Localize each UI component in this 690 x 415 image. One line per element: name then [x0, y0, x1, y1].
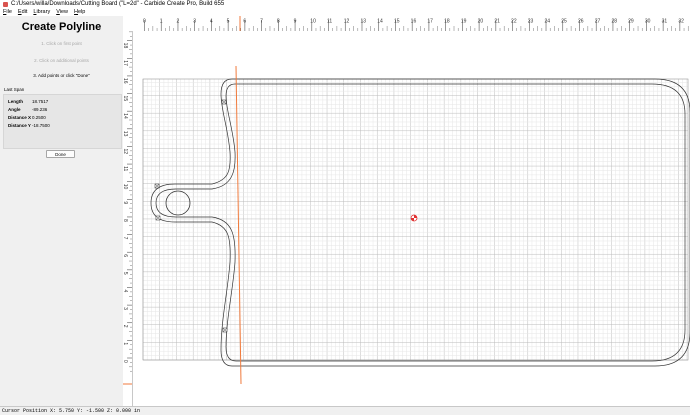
menu-bar: File Edit Library View Help	[0, 9, 690, 16]
stat-value: 0.2500	[32, 115, 46, 120]
canvas-drawing[interactable]	[133, 31, 690, 406]
window-title: C:/Users/willa/Downloads/Cutting Board (…	[11, 1, 225, 7]
status-bar: Cursor Position X: 5.750 Y: -1.500 Z: 0.…	[0, 406, 690, 414]
vertical-ruler-scale: 191817161514131211109876543210	[123, 31, 132, 385]
ruler-number: 10	[123, 184, 128, 190]
title-bar: C:/Users/willa/Downloads/Cutting Board (…	[0, 0, 690, 9]
menu-label-rest: ile	[6, 9, 12, 15]
ruler-number: 14	[123, 113, 128, 119]
ruler-number: 0	[123, 360, 128, 363]
polyline-current-span	[235, 65, 242, 385]
ruler-number: 19	[461, 19, 467, 25]
ruler-number: 20	[478, 19, 484, 25]
menu-label-rest: dit	[21, 9, 28, 15]
hang-hole	[165, 190, 191, 216]
ruler-number: 25	[561, 19, 567, 25]
ruler-number: 8	[123, 219, 128, 222]
ruler-number: 8	[277, 19, 280, 25]
step-additional-points: 2. Click on additional points	[34, 58, 89, 63]
ruler-number: 10	[310, 19, 316, 25]
ruler-number: 1	[160, 19, 163, 25]
ruler-number: 15	[123, 96, 128, 102]
ruler-number: 7	[260, 19, 263, 25]
ruler-number: 6	[243, 19, 246, 25]
ruler-number: 21	[494, 19, 500, 25]
ruler-number: 26	[578, 19, 584, 25]
ruler-number: 16	[123, 78, 128, 84]
ruler-number: 2	[123, 325, 128, 328]
menu-label-rest: elp	[78, 9, 86, 15]
ruler-number: 32	[678, 19, 684, 25]
origin-marker-quadrant	[414, 215, 417, 218]
board-outline-inner	[155, 83, 686, 362]
ruler-number: 9	[294, 19, 297, 25]
ruler-number: 31	[662, 19, 668, 25]
ruler-number: 13	[360, 19, 366, 25]
menu-library[interactable]: Library	[30, 9, 53, 16]
ruler-number: 3	[193, 19, 196, 25]
ruler-number: 0	[143, 19, 146, 25]
ruler-number: 13	[123, 131, 128, 137]
done-button[interactable]: Done	[46, 150, 75, 158]
ruler-number: 22	[511, 19, 517, 25]
panel-title: Create Polyline	[21, 21, 102, 33]
ruler-number: 3	[123, 307, 128, 310]
ruler-number: 7	[123, 237, 128, 240]
ruler-number: 1	[123, 342, 128, 345]
ruler-number: 28	[611, 19, 617, 25]
stat-value: -89.236	[32, 107, 48, 112]
step-first-point: 1. Click on first point	[41, 41, 82, 46]
ruler-number: 11	[327, 19, 332, 25]
stat-label: Distance X	[8, 115, 32, 120]
ruler-number: 5	[123, 272, 128, 275]
ruler-number: 6	[123, 254, 128, 257]
ruler-number: 2	[176, 19, 179, 25]
menu-edit[interactable]: Edit	[15, 9, 30, 16]
ruler-number: 5	[227, 19, 230, 25]
ruler-number: 12	[344, 19, 350, 25]
ruler-number: 18	[123, 43, 128, 49]
menu-help[interactable]: Help	[71, 9, 88, 16]
horizontal-ruler-scale: 0 1 2 3 4 5 6 7 8 9 10 11 12 13 14 15 16 17 18 19 20 21 22 23 24…	[143, 16, 689, 31]
ruler-number: 23	[528, 19, 534, 25]
app-icon	[3, 2, 8, 7]
ruler-number: 18	[444, 19, 450, 25]
design-canvas[interactable]	[133, 31, 690, 406]
ruler-number: 29	[628, 19, 634, 25]
ruler-number: 16	[411, 19, 417, 25]
tool-panel: Create Polyline 1. Click on first point …	[0, 16, 124, 406]
ruler-number: 15	[394, 19, 400, 25]
menu-label-rest: ibrary	[36, 9, 51, 15]
stat-label: Angle	[8, 107, 21, 112]
ruler-number: 30	[645, 19, 651, 25]
ruler-number: 17	[123, 60, 128, 66]
menu-label-rest: iew	[59, 9, 69, 15]
last-span-stats: Length 18.7517 Angle -89.236 Distance X …	[3, 94, 122, 149]
ruler-number: 11	[123, 166, 128, 171]
last-span-label: Last Span	[4, 87, 25, 92]
ruler-number: 9	[123, 201, 128, 204]
ruler-number: 24	[545, 19, 551, 25]
stat-label: Length	[8, 99, 23, 104]
horizontal-ruler: 0 1 2 3 4 5 6 7 8 9 10 11 12 13 14 15 16 17 18 19 20 21 22 23 24…	[123, 16, 690, 32]
vertical-ruler: 191817161514131211109876543210	[123, 31, 133, 406]
origin-marker-quadrant	[411, 218, 414, 221]
ruler-number: 4	[210, 19, 213, 25]
stat-label: Distance Y	[8, 123, 31, 128]
ruler-number: 17	[427, 19, 433, 25]
cursor-position-readout: Cursor Position X: 5.750 Y: -1.500 Z: 0.…	[2, 408, 141, 414]
ruler-number: 27	[595, 19, 601, 25]
stat-value: 18.7517	[32, 99, 49, 104]
ruler-number: 12	[123, 148, 128, 154]
step-add-or-done: 3. Add points or click "Done"	[33, 73, 90, 78]
stat-value: -18.7500	[32, 123, 50, 128]
menu-view[interactable]: View	[53, 9, 71, 16]
ruler-number: 4	[123, 289, 128, 292]
menu-file[interactable]: File	[0, 9, 15, 16]
ruler-number: 14	[377, 19, 383, 25]
